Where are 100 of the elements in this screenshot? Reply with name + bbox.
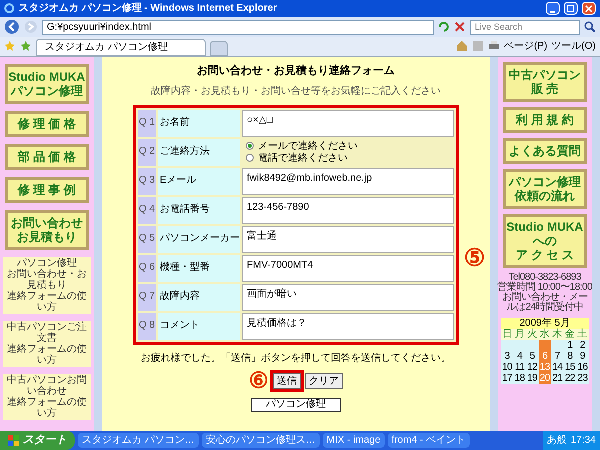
calendar-day[interactable]: 15 <box>564 362 576 373</box>
calendar-day[interactable]: 2 <box>576 340 589 351</box>
back-icon[interactable] <box>4 19 20 35</box>
taskbar-item[interactable]: 安心のパソコン修理ス… <box>202 433 320 448</box>
window-title: スタジオムカ パソコン修理 - Windows Internet Explorer <box>19 2 278 16</box>
taskbar-item[interactable]: from4 - ペイント <box>388 433 470 448</box>
question-label: パソコンメーカー <box>158 226 240 252</box>
calendar-day[interactable]: 23 <box>576 373 589 384</box>
button-label-line: 販 売 <box>531 82 559 96</box>
text-area-field[interactable]: FMV-7000MT4 <box>242 254 454 282</box>
weekday-label: 木 <box>551 329 564 340</box>
home-icon[interactable] <box>456 40 468 52</box>
add-favorite-star-icon[interactable] <box>20 40 32 52</box>
toolbar-menu[interactable]: ツール(O) <box>552 39 596 54</box>
sidebar-button[interactable]: 部 品 価 格 <box>5 144 89 170</box>
text-area-field[interactable]: fwik8492@mb.infoweb.ne.jp <box>242 168 454 194</box>
calendar-day[interactable]: 3 <box>501 351 514 362</box>
start-button[interactable]: スタート <box>0 431 75 450</box>
text-area-field[interactable]: 富士通 <box>242 226 454 252</box>
annotation-number: ⑤ <box>464 247 486 271</box>
weekday-label: 土 <box>576 329 589 340</box>
sidebar-button[interactable]: 中古パソコン 販 売 <box>503 62 587 102</box>
calendar-day[interactable]: 5 <box>526 351 539 362</box>
maximize-icon[interactable] <box>567 4 575 12</box>
calendar-day[interactable]: 18 <box>514 373 526 384</box>
question-label: ご連絡方法 <box>158 138 240 166</box>
link-line: パソコン修理 <box>16 258 78 269</box>
search-field[interactable]: Live Search <box>470 20 580 34</box>
favorites-star-icon[interactable] <box>4 40 16 52</box>
calendar-day[interactable]: 11 <box>514 362 526 373</box>
sidebar-link[interactable]: 中古パソコンお問い合わせ 連絡フォームの使い方 <box>3 374 91 420</box>
address-field[interactable]: G:¥pcsyuuri¥index.html <box>42 20 434 34</box>
maximize-button[interactable] <box>564 2 578 15</box>
calendar-day[interactable]: 12 <box>526 362 539 373</box>
calendar-day[interactable]: 19 <box>526 373 539 384</box>
sidebar-link[interactable]: 中古パソコンご注文書 連絡フォームの使い方 <box>3 321 91 367</box>
sidebar-button[interactable]: 修 理 価 格 <box>5 111 89 137</box>
sidebar-button[interactable]: Studio MUKA パソコン修理 <box>5 64 89 104</box>
link-line: 中古パソコンお問い合わせ <box>6 375 88 397</box>
button-label-line: Studio MUKA <box>8 70 86 84</box>
calendar-day[interactable]: 21 <box>551 373 564 384</box>
radio-button[interactable] <box>246 154 254 162</box>
search-icon[interactable] <box>584 21 596 33</box>
calendar-day[interactable]: 22 <box>564 373 576 384</box>
link-line: 連絡フォームの使い方 <box>6 291 88 313</box>
calendar-day[interactable]: 4 <box>514 351 526 362</box>
printer-icon[interactable] <box>488 40 500 52</box>
refresh-icon[interactable] <box>438 21 450 33</box>
radio-label: メールで連絡ください <box>258 140 358 152</box>
calendar-day[interactable]: 1 <box>564 340 576 351</box>
calendar-day[interactable]: 8 <box>564 351 576 362</box>
sidebar-button[interactable]: Studio MUKA への ア ク セ ス <box>503 214 587 268</box>
calendar-day[interactable]: 7 <box>551 351 564 362</box>
button-label-line: Studio MUKA <box>506 220 584 234</box>
contact-info-line: ルは24時間受付中 <box>506 303 584 313</box>
radio-button[interactable] <box>246 142 254 150</box>
close-icon[interactable] <box>585 4 593 12</box>
windows-logo-icon[interactable] <box>8 435 19 446</box>
browser-tab[interactable]: スタジオムカ パソコン修理 <box>36 39 206 56</box>
weekday-label: 月 <box>514 329 526 340</box>
link-line: 連絡フォームの使い方 <box>6 344 88 366</box>
taskbar-item[interactable]: スタジオムカ パソコン… <box>78 433 199 448</box>
sidebar-link[interactable]: パソコン修理 お問い合わせ・お見積もり 連絡フォームの使い方 <box>3 257 91 314</box>
sidebar-button[interactable]: パソコン修理 依頼の流れ <box>503 169 587 209</box>
sidebar-button[interactable]: 修 理 事 例 <box>5 177 89 203</box>
button-label-line: 修 理 事 例 <box>18 183 76 197</box>
close-button[interactable] <box>582 2 596 15</box>
button-label-line: 部 品 価 格 <box>18 150 76 164</box>
browser-logo-icon[interactable] <box>4 3 15 14</box>
link-line: 連絡フォームの使い方 <box>6 397 88 419</box>
question-label: お電話番号 <box>158 196 240 224</box>
calendar-day[interactable]: 10 <box>501 362 514 373</box>
toolbar-menu[interactable]: ページ(P) <box>504 39 548 54</box>
calendar-day[interactable]: 9 <box>576 351 589 362</box>
minimize-button[interactable] <box>546 2 560 15</box>
button-label-line: 依頼の流れ <box>515 189 575 203</box>
weekday-label: 日 <box>501 329 514 340</box>
text-area-field[interactable]: 画面が暗い <box>242 284 454 310</box>
calendar-day[interactable] <box>538 340 552 351</box>
button-label-line: お見積もり <box>17 230 77 244</box>
calendar-day[interactable]: 17 <box>501 373 514 384</box>
contact-info-line: 営業時間 10:00〜18:00 <box>498 283 592 293</box>
button-label-line: 利 用 規 約 <box>516 113 574 127</box>
taskbar-item[interactable]: MIX - image <box>322 433 385 448</box>
stop-icon[interactable] <box>454 21 466 33</box>
question-number: Q 1 <box>138 110 156 136</box>
calendar-day[interactable]: 16 <box>576 362 589 373</box>
clear-button[interactable]: クリア <box>305 372 343 388</box>
button-label-line: 中古パソコン <box>509 68 581 82</box>
sidebar-button[interactable]: よくある質問 <box>503 138 587 164</box>
sidebar-button[interactable]: 利 用 規 約 <box>503 107 587 133</box>
text-area-field[interactable]: 見積価格は？ <box>242 312 454 340</box>
question-number: Q 5 <box>138 226 156 252</box>
annotation-number: ⑥ <box>249 370 269 392</box>
weekday-label: 火 <box>526 329 539 340</box>
calendar-day[interactable]: 14 <box>551 362 564 373</box>
text-area-field[interactable]: ○×△□ <box>242 110 454 136</box>
button-label-line: パソコン修理 <box>11 84 83 98</box>
text-area-field[interactable]: 123-456-7890 <box>242 196 454 224</box>
sidebar-button[interactable]: お問い合わせ お見積もり <box>5 210 89 250</box>
